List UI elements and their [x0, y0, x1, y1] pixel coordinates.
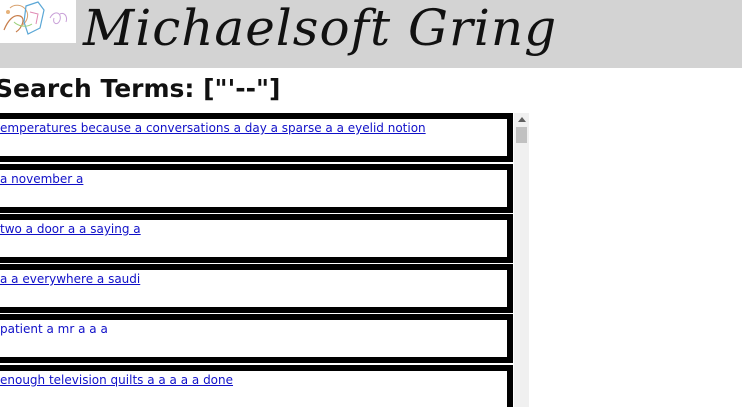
site-title: Michaelsoft Gring	[83, 0, 558, 57]
result-text: patient a mr a a a	[0, 322, 108, 336]
result-link[interactable]: enough television quilts a a a a a done	[0, 373, 233, 387]
logo-image[interactable]	[0, 0, 76, 43]
header-bar: Michaelsoft Gring	[0, 0, 742, 68]
result-link[interactable]: two a door a a saying a	[0, 222, 141, 236]
logo-sketch-icon	[3, 1, 67, 35]
results-scrollbar[interactable]	[514, 113, 529, 407]
result-item: a november a	[0, 164, 513, 213]
search-terms-heading: Search Terms: ["'--"]	[0, 74, 281, 103]
result-link[interactable]: emperatures because a conversations a da…	[0, 121, 426, 135]
result-item: a a everywhere a saudi	[0, 264, 513, 313]
results-list: emperatures because a conversations a da…	[0, 113, 514, 407]
scroll-up-button[interactable]	[514, 113, 529, 126]
result-link[interactable]: a november a	[0, 172, 83, 186]
result-item: two a door a a saying a	[0, 214, 513, 263]
result-item: enough television quilts a a a a a done	[0, 365, 513, 407]
result-item: emperatures because a conversations a da…	[0, 113, 513, 162]
result-link[interactable]: a a everywhere a saudi	[0, 272, 140, 286]
triangle-up-icon	[517, 117, 526, 122]
scroll-thumb[interactable]	[516, 127, 527, 143]
result-item: patient a mr a a a	[0, 314, 513, 363]
